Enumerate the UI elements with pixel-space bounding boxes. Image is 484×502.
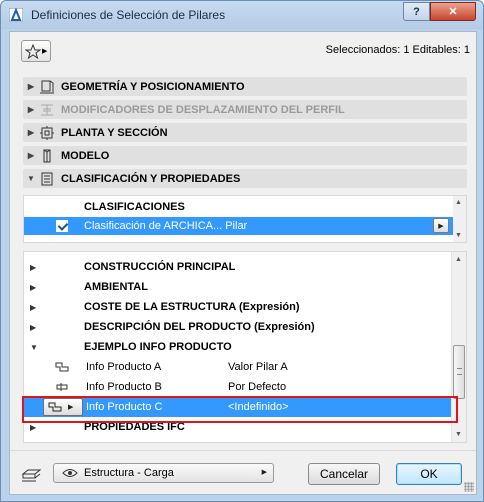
properties-scrollbar[interactable]: ▲ ▼ — [451, 252, 466, 442]
dropdown-arrow-icon: ▶ — [42, 48, 48, 55]
panel-geometry[interactable]: ▶ GEOMETRÍA Y POSICIONAMIENTO — [23, 77, 467, 96]
grip-icon — [457, 368, 462, 375]
scroll-down-icon[interactable]: ▼ — [455, 431, 462, 438]
panel-label: CLASIFICACIÓN Y PROPIEDADES — [61, 172, 241, 185]
panel-label: MODIFICADORES DE DESPLAZAMIENTO DEL PERF… — [61, 103, 345, 116]
collapse-triangle-icon[interactable]: ▼ — [30, 343, 38, 352]
classification-menu-button[interactable]: ▶ — [433, 218, 449, 233]
expand-triangle-icon: ▶ — [27, 105, 35, 114]
expand-triangle-icon[interactable]: ▶ — [30, 303, 36, 312]
panel-model[interactable]: ▶ MODELO — [23, 146, 467, 165]
classification-row[interactable]: Clasificación de ARCHICA... Pilar ▶ — [24, 217, 453, 235]
property-group-label: AMBIENTAL — [84, 281, 148, 293]
classification-icon — [39, 172, 55, 186]
help-button[interactable]: ? — [403, 2, 430, 21]
property-group-row[interactable]: ▼ EJEMPLO INFO PRODUCTO — [24, 337, 452, 357]
scrollbar-thumb[interactable] — [453, 345, 465, 399]
profile-offset-icon — [39, 103, 55, 117]
property-group-row[interactable]: ▶ DESCRIPCIÓN DEL PRODUCTO (Expresión) — [24, 317, 452, 337]
layer-name: Estructura - Carga — [84, 467, 174, 479]
property-group-label: CONSTRUCCIÓN PRINCIPAL — [84, 261, 236, 273]
scroll-up-icon[interactable]: ▲ — [455, 199, 462, 206]
classifications-scrollbar[interactable]: ▲ ▼ — [453, 196, 466, 242]
property-name: Info Producto A — [86, 361, 162, 373]
dropdown-arrow-icon: ▶ — [261, 469, 267, 476]
classification-label: Clasificación de ARCHICA... Pilar — [84, 220, 248, 232]
expand-triangle-icon[interactable]: ▶ — [30, 283, 36, 292]
custom-value-icon — [48, 402, 62, 412]
expand-triangle-icon: ▶ — [27, 82, 35, 91]
default-value-icon — [56, 383, 68, 391]
scroll-down-icon[interactable]: ▼ — [455, 232, 462, 239]
property-group-label: COSTE DE LA ESTRUCTURA (Expresión) — [84, 301, 300, 313]
favorites-button[interactable]: ▶ — [21, 40, 51, 62]
property-value[interactable]: Por Defecto — [228, 381, 286, 393]
expand-triangle-icon[interactable]: ▶ — [30, 323, 36, 332]
expand-triangle-icon: ▶ — [27, 151, 35, 160]
archicad-app-icon — [9, 8, 23, 22]
property-name: Info Producto C — [86, 401, 163, 413]
panel-profile-offset: ▶ MODIFICADORES DE DESPLAZAMIENTO DEL PE… — [23, 100, 467, 119]
dialog-window: Definiciones de Selección de Pilares ? ✕… — [0, 0, 484, 502]
eye-icon — [62, 469, 78, 477]
layer-icon — [21, 469, 42, 482]
expand-triangle-icon: ▶ — [27, 128, 35, 137]
property-group-row[interactable]: ▶ PROPIEDADES IFC — [24, 417, 452, 437]
custom-value-icon — [55, 362, 69, 372]
resize-grip[interactable] — [464, 482, 474, 492]
collapse-triangle-icon: ▼ — [27, 174, 35, 183]
expand-triangle-icon[interactable]: ▶ — [30, 423, 36, 432]
property-group-label: EJEMPLO INFO PRODUCTO — [84, 341, 232, 353]
panel-classification[interactable]: ▼ CLASIFICACIÓN Y PROPIEDADES — [23, 169, 467, 188]
property-row-selected[interactable]: ▶ Info Producto C <Indefinido> — [24, 397, 452, 417]
window-title: Definiciones de Selección de Pilares — [31, 8, 226, 22]
property-value[interactable]: <Indefinido> — [228, 401, 289, 413]
property-group-row[interactable]: ▶ AMBIENTAL — [24, 277, 452, 297]
panel-label: GEOMETRÍA Y POSICIONAMIENTO — [61, 80, 245, 93]
property-group-row[interactable]: ▶ CONSTRUCCIÓN PRINCIPAL — [24, 257, 452, 277]
expand-triangle-icon[interactable]: ▶ — [30, 263, 36, 272]
property-value[interactable]: Valor Pilar A — [228, 361, 288, 373]
column-geometry-icon — [39, 80, 55, 94]
model-icon — [39, 149, 55, 163]
panel-label: MODELO — [61, 149, 110, 162]
star-icon — [25, 43, 41, 59]
footer-divider — [10, 450, 476, 451]
classifications-list: CLASIFICACIONES Clasificación de ARCHICA… — [23, 195, 467, 243]
layer-dropdown[interactable]: Estructura - Carga ▶ — [53, 463, 274, 483]
property-name: Info Producto B — [86, 381, 162, 393]
property-group-label: PROPIEDADES IFC — [84, 421, 185, 433]
property-row[interactable]: Info Producto B Por Defecto — [24, 377, 452, 397]
ok-button[interactable]: OK — [396, 463, 462, 485]
dropdown-arrow-icon: ▶ — [68, 404, 74, 411]
plan-section-icon — [39, 125, 55, 140]
title-bar[interactable]: Definiciones de Selección de Pilares ? ✕ — [1, 1, 483, 29]
property-row[interactable]: Info Producto A Valor Pilar A — [24, 357, 452, 377]
property-group-label: DESCRIPCIÓN DEL PRODUCTO (Expresión) — [84, 321, 315, 333]
dialog-body: ▶ Seleccionados: 1 Editables: 1 ▶ GEOMET… — [9, 31, 477, 495]
panel-label: PLANTA Y SECCIÓN — [61, 126, 168, 139]
cancel-button[interactable]: Cancelar — [308, 463, 380, 485]
value-source-dropdown[interactable]: ▶ — [43, 398, 83, 416]
classification-checkbox[interactable] — [56, 220, 68, 232]
scroll-up-icon[interactable]: ▲ — [455, 256, 462, 263]
classifications-title: CLASIFICACIONES — [84, 201, 185, 213]
property-group-row[interactable]: ▶ COSTE DE LA ESTRUCTURA (Expresión) — [24, 297, 452, 317]
selection-info: Seleccionados: 1 Editables: 1 — [325, 44, 470, 56]
panel-plan-section[interactable]: ▶ PLANTA Y SECCIÓN — [23, 123, 467, 142]
properties-list: ▶ CONSTRUCCIÓN PRINCIPAL ▶ AMBIENTAL ▶ C… — [23, 251, 467, 443]
close-button[interactable]: ✕ — [430, 2, 476, 21]
